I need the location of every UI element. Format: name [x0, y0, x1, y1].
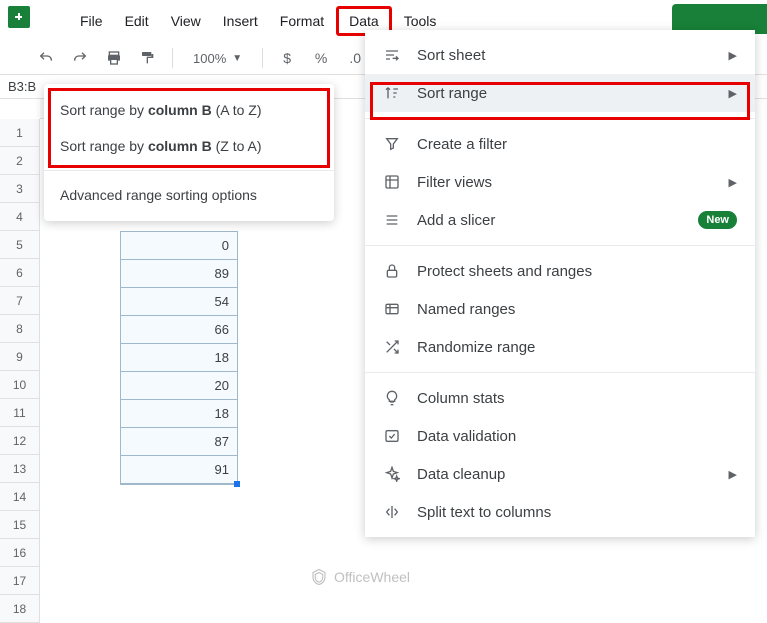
menu-column-stats[interactable]: Column stats — [365, 379, 755, 417]
watermark-icon — [310, 568, 328, 586]
cell[interactable]: 54 — [121, 288, 237, 316]
sort-range-ztoa[interactable]: Sort range by column B (Z to A) — [44, 128, 334, 164]
redo-icon[interactable] — [70, 48, 90, 68]
slicer-icon — [383, 211, 401, 229]
menu-protect[interactable]: Protect sheets and ranges — [365, 252, 755, 290]
paint-format-icon[interactable] — [138, 48, 158, 68]
chevron-right-icon: ▶ — [729, 87, 737, 100]
row-header[interactable]: 17 — [0, 567, 40, 595]
zoom-dropdown[interactable]: 100%▼ — [187, 51, 248, 66]
lock-icon — [383, 262, 401, 280]
row-header[interactable]: 4 — [0, 203, 40, 231]
cell[interactable]: 66 — [121, 316, 237, 344]
cell[interactable]: 18 — [121, 344, 237, 372]
chevron-right-icon: ▶ — [729, 468, 737, 481]
menu-data-cleanup[interactable]: Data cleanup ▶ — [365, 455, 755, 493]
menu-filter-views[interactable]: Filter views ▶ — [365, 163, 755, 201]
cell[interactable]: 91 — [121, 456, 237, 484]
sort-range-icon — [383, 84, 401, 102]
cleanup-icon — [383, 465, 401, 483]
filter-views-icon — [383, 173, 401, 191]
print-icon[interactable] — [104, 48, 124, 68]
row-header[interactable]: 2 — [0, 147, 40, 175]
shuffle-icon — [383, 338, 401, 356]
row-header[interactable]: 5 — [0, 231, 40, 259]
percent-icon[interactable]: % — [311, 48, 331, 68]
menu-insert[interactable]: Insert — [213, 9, 268, 33]
menu-file[interactable]: File — [70, 9, 113, 33]
menu-add-slicer[interactable]: Add a slicer New — [365, 201, 755, 239]
menu-randomize[interactable]: Randomize range — [365, 328, 755, 366]
toolbar-divider — [172, 48, 173, 68]
menu-named-ranges[interactable]: Named ranges — [365, 290, 755, 328]
lightbulb-icon — [383, 389, 401, 407]
row-header[interactable]: 12 — [0, 427, 40, 455]
row-header[interactable]: 13 — [0, 455, 40, 483]
split-icon — [383, 503, 401, 521]
menu-separator — [365, 118, 755, 119]
cell[interactable]: 18 — [121, 400, 237, 428]
chevron-right-icon: ▶ — [729, 176, 737, 189]
menu-separator — [44, 170, 334, 171]
row-header[interactable]: 10 — [0, 371, 40, 399]
sort-range-atoz[interactable]: Sort range by column B (A to Z) — [44, 92, 334, 128]
row-header[interactable]: 15 — [0, 511, 40, 539]
cell[interactable]: 89 — [121, 260, 237, 288]
row-header[interactable]: 8 — [0, 315, 40, 343]
row-header[interactable]: 3 — [0, 175, 40, 203]
cell[interactable]: 0 — [121, 232, 237, 260]
menu-view[interactable]: View — [161, 9, 211, 33]
decimal-icon[interactable]: .0 — [345, 48, 365, 68]
menu-sort-range[interactable]: Sort range ▶ — [365, 74, 755, 112]
advanced-sort[interactable]: Advanced range sorting options — [44, 177, 334, 213]
menu-create-filter[interactable]: Create a filter — [365, 125, 755, 163]
menu-sort-sheet[interactable]: Sort sheet ▶ — [365, 36, 755, 74]
row-header[interactable]: 1 — [0, 119, 40, 147]
cell[interactable]: 87 — [121, 428, 237, 456]
data-menu-dropdown: Sort sheet ▶ Sort range ▶ Create a filte… — [365, 30, 755, 537]
sheets-logo[interactable] — [8, 6, 30, 28]
currency-icon[interactable]: $ — [277, 48, 297, 68]
fill-handle[interactable] — [234, 481, 240, 487]
new-badge: New — [698, 211, 737, 229]
row-header[interactable]: 6 — [0, 259, 40, 287]
filter-icon — [383, 135, 401, 153]
row-header[interactable]: 14 — [0, 483, 40, 511]
menu-data-validation[interactable]: Data validation — [365, 417, 755, 455]
row-header[interactable]: 11 — [0, 399, 40, 427]
menu-separator — [365, 372, 755, 373]
chevron-right-icon: ▶ — [729, 49, 737, 62]
undo-icon[interactable] — [36, 48, 56, 68]
selected-range[interactable]: 0 89 54 66 18 20 18 87 91 — [120, 231, 238, 485]
row-header[interactable]: 9 — [0, 343, 40, 371]
validation-icon — [383, 427, 401, 445]
row-header[interactable]: 18 — [0, 595, 40, 623]
menu-format[interactable]: Format — [270, 9, 334, 33]
menu-split-text[interactable]: Split text to columns — [365, 493, 755, 531]
menu-edit[interactable]: Edit — [115, 9, 159, 33]
toolbar-divider — [262, 48, 263, 68]
watermark: OfficeWheel — [310, 568, 410, 586]
row-header[interactable]: 16 — [0, 539, 40, 567]
sort-sheet-icon — [383, 46, 401, 64]
row-header[interactable]: 7 — [0, 287, 40, 315]
sort-range-submenu: Sort range by column B (A to Z) Sort ran… — [44, 84, 334, 221]
cell[interactable]: 20 — [121, 372, 237, 400]
menu-separator — [365, 245, 755, 246]
named-ranges-icon — [383, 300, 401, 318]
